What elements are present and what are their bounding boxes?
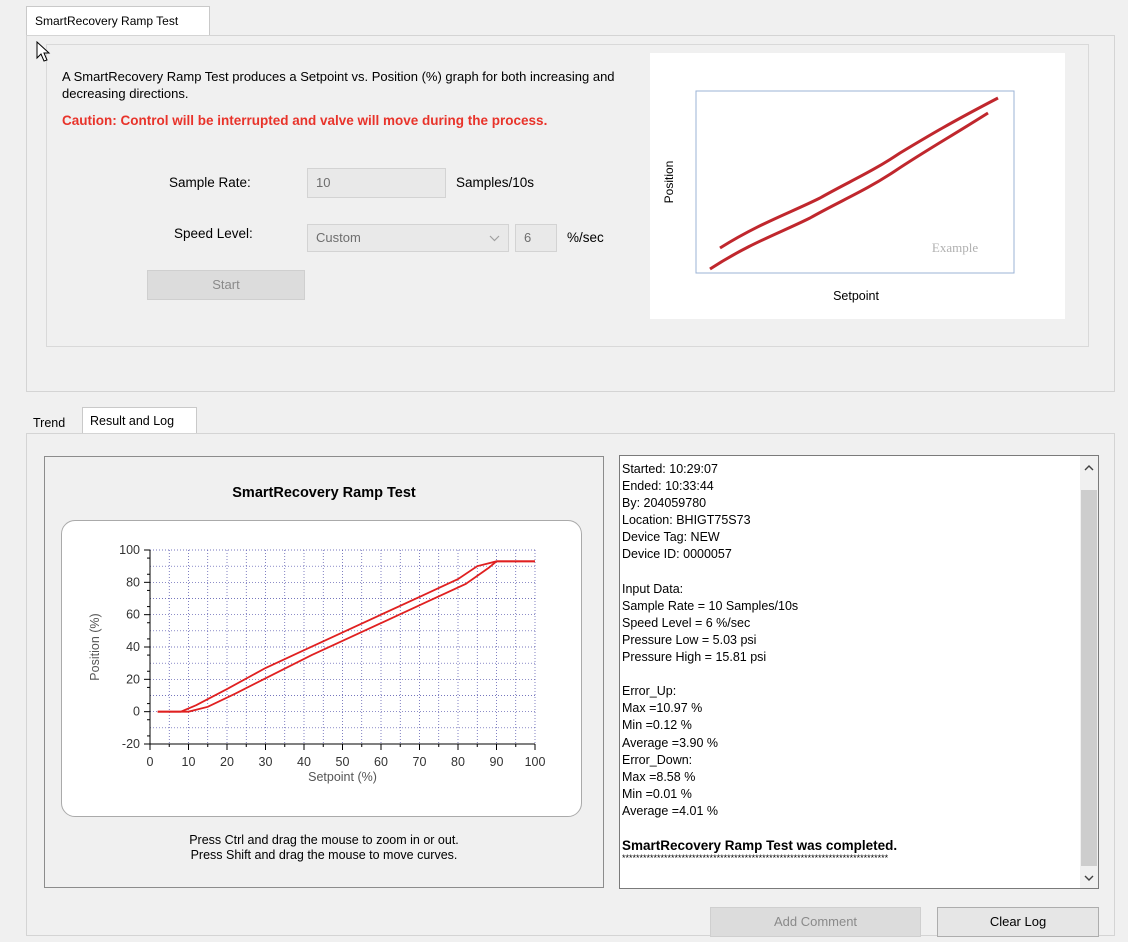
x-tick-label: 40 [297,755,311,769]
sample-rate-label: Sample Rate: [169,175,251,190]
caution-text: Caution: Control will be interrupted and… [62,113,548,128]
tab-trend[interactable]: Trend [33,416,65,430]
log-line: Pressure High = 15.81 psi [622,650,767,665]
log-line: Min =0.12 % [622,718,692,733]
log-line: Average =3.90 % [622,735,719,750]
speed-level-value: Custom [316,230,361,245]
scroll-up-icon[interactable] [1084,464,1094,472]
log-line: Average =4.01 % [622,803,719,818]
chart-hint-zoom: Press Ctrl and drag the mouse to zoom in… [189,833,459,847]
tab-result-and-log[interactable]: Result and Log [82,407,197,434]
chart-title: SmartRecovery Ramp Test [232,485,416,501]
log-line: Max =8.58 % [622,769,696,784]
log-line: Started: 10:29:07 [622,462,718,476]
y-tick-label: -20 [122,737,140,751]
x-axis-label: Setpoint (%) [308,770,377,784]
log-line: Location: BHIGT75S73 [622,513,751,528]
log-scroll-thumb[interactable] [1081,490,1097,866]
y-tick-label: 20 [126,672,140,686]
tab-result-and-log-label: Result and Log [90,414,175,428]
y-tick-label: 80 [126,575,140,589]
example-graph: Position Setpoint Example [662,90,1015,303]
log-completed-message: SmartRecovery Ramp Test was completed. [622,838,898,854]
log-line: Sample Rate = 10 Samples/10s [622,598,799,613]
x-tick-label: 10 [182,755,196,769]
ramp-test-chart[interactable]: 0 10 20 30 40 50 60 70 80 90 100 100 80 60 40 20 0 -20 Set… [61,520,582,817]
chevron-down-icon [489,235,500,242]
y-tick-label: 100 [119,543,140,557]
y-tick-label: 60 [126,608,140,622]
example-watermark: Example [932,240,978,255]
x-tick-label: 80 [451,755,465,769]
speed-level-label: Speed Level: [174,226,253,241]
speed-unit: %/sec [567,230,604,245]
log-line: Min =0.01 % [622,786,692,801]
scroll-down-icon[interactable] [1084,874,1094,882]
x-tick-label: 20 [220,755,234,769]
log-line: Pressure Low = 5.03 psi [622,632,757,647]
y-tick-label: 0 [133,705,140,719]
x-tick-label: 70 [413,755,427,769]
log-line: By: 204059780 [622,496,707,511]
add-comment-button[interactable]: Add Comment [710,907,921,937]
chart-hint-move: Press Shift and drag the mouse to move c… [190,848,458,862]
log-line: Input Data: [622,581,684,596]
series-line-1 [157,560,535,713]
x-tick-label: 30 [259,755,273,769]
example-ylabel: Position [662,161,676,204]
log-line: Error_Down: [622,752,693,767]
speed-level-select[interactable]: Custom [307,224,509,252]
x-tick-label: 50 [336,755,350,769]
tab-smartrecovery-ramp-test[interactable]: SmartRecovery Ramp Test [26,6,210,36]
x-tick-label: 60 [374,755,388,769]
mouse-cursor-icon [36,41,51,62]
x-tick-label: 100 [525,755,546,769]
clear-log-button[interactable]: Clear Log [937,907,1099,937]
log-line: Speed Level = 6 %/sec [622,615,751,630]
sample-rate-unit: Samples/10s [456,175,535,190]
log-line: Ended: 10:33:44 [622,479,714,494]
example-xlabel: Setpoint [833,289,879,303]
x-tick-label: 0 [147,755,154,769]
result-log[interactable]: Started: 10:29:07 Ended: 10:33:44 By: 2040… [619,455,1099,889]
sample-rate-field[interactable]: 10 [307,168,446,198]
ramp-test-description: A SmartRecovery Ramp Test produces a Set… [62,69,615,101]
speed-custom-field[interactable]: 6 [515,224,557,252]
log-content: Started: 10:29:07 Ended: 10:33:44 By: 2040… [622,461,898,864]
log-separator: ****************************************… [622,853,889,864]
log-line: Device Tag: NEW [622,530,720,545]
x-tick-label: 90 [490,755,504,769]
example-graph-panel: Position Setpoint Example [650,53,1065,319]
y-tick-label: 40 [126,640,140,654]
log-line: Device ID: 0000057 [622,547,732,562]
log-line: Max =10.97 % [622,701,703,716]
log-line: Error_Up: [622,684,677,699]
series-line-2 [157,560,535,713]
start-button[interactable]: Start [147,270,305,300]
log-scrollbar[interactable] [1080,456,1098,888]
chart-hint: Press Ctrl and drag the mouse to zoom in… [44,833,604,863]
y-axis-label: Position (%) [88,613,102,680]
